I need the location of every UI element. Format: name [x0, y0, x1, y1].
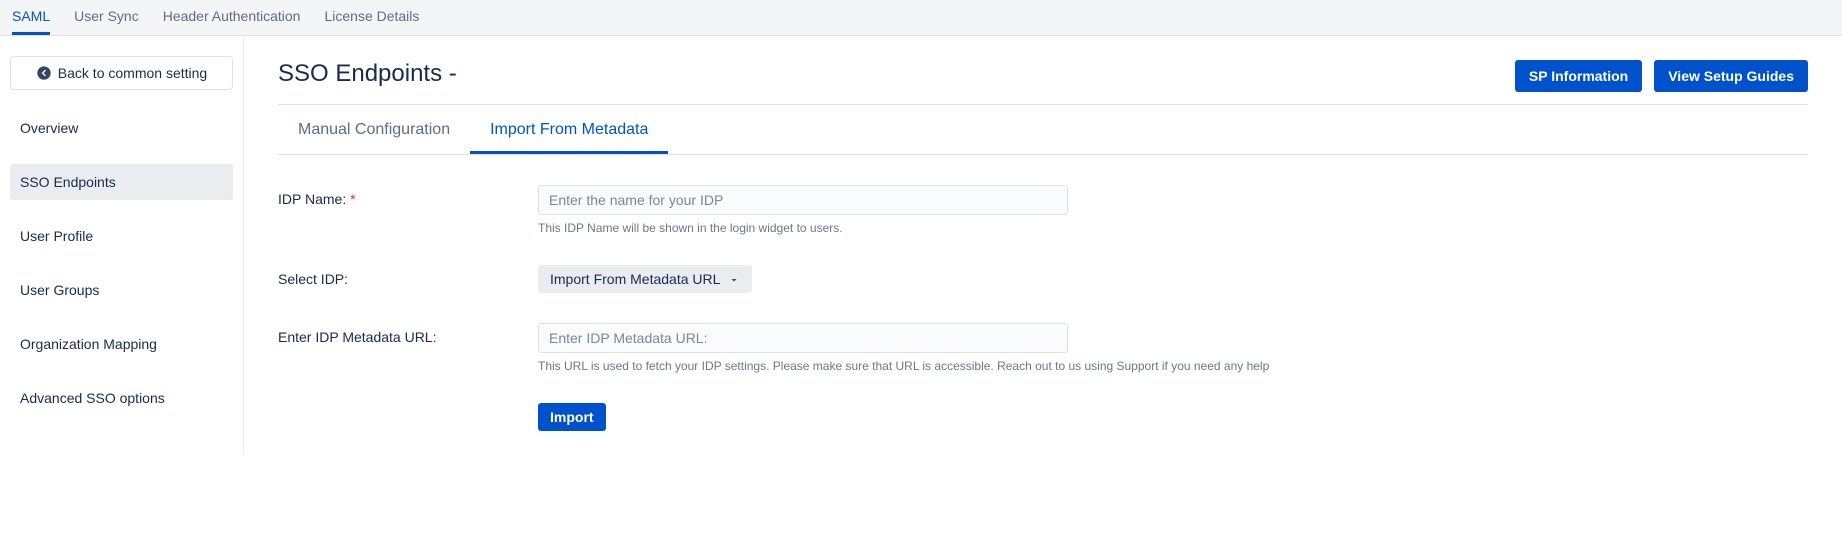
select-idp-dropdown[interactable]: Import From Metadata URL — [538, 265, 752, 293]
page-title: SSO Endpoints - — [278, 60, 457, 88]
topnav-label: Header Authentication — [163, 8, 301, 24]
required-asterisk: * — [350, 191, 355, 207]
idp-name-field: This IDP Name will be shown in the login… — [538, 185, 1808, 235]
form-row-idp-name: IDP Name: * This IDP Name will be shown … — [278, 185, 1808, 235]
form-row-metadata-url: Enter IDP Metadata URL: This URL is used… — [278, 323, 1808, 373]
sidebar-item-label: Overview — [20, 120, 78, 136]
inner-tab-label: Import From Metadata — [490, 121, 648, 138]
topnav-item-user-sync[interactable]: User Sync — [74, 0, 139, 35]
topnav-label: User Sync — [74, 8, 139, 24]
select-idp-selected-value: Import From Metadata URL — [550, 271, 720, 287]
select-idp-field: Import From Metadata URL — [538, 265, 1808, 293]
select-idp-label: Select IDP: — [278, 265, 538, 287]
sidebar-item-user-groups[interactable]: User Groups — [10, 272, 233, 308]
idp-name-label: IDP Name: * — [278, 185, 538, 207]
idp-name-input[interactable] — [538, 185, 1068, 215]
label-text: IDP Name: — [278, 191, 346, 207]
view-setup-guides-button[interactable]: View Setup Guides — [1654, 60, 1808, 92]
chevron-down-icon — [728, 273, 740, 285]
topnav-item-header-auth[interactable]: Header Authentication — [163, 0, 301, 35]
top-nav: SAML User Sync Header Authentication Lic… — [0, 0, 1842, 36]
sidebar-item-label: User Profile — [20, 228, 93, 244]
import-button[interactable]: Import — [538, 403, 606, 431]
sidebar-item-overview[interactable]: Overview — [10, 110, 233, 146]
sidebar-item-advanced-sso-options[interactable]: Advanced SSO options — [10, 380, 233, 416]
sidebar-item-sso-endpoints[interactable]: SSO Endpoints — [10, 164, 233, 200]
form-row-select-idp: Select IDP: Import From Metadata URL — [278, 265, 1808, 293]
sidebar-item-user-profile[interactable]: User Profile — [10, 218, 233, 254]
metadata-url-input[interactable] — [538, 323, 1068, 353]
sidebar: Back to common setting Overview SSO Endp… — [0, 36, 244, 455]
sidebar-item-organization-mapping[interactable]: Organization Mapping — [10, 326, 233, 362]
sidebar-item-label: Advanced SSO options — [20, 390, 165, 406]
back-button-label: Back to common setting — [58, 65, 207, 81]
arrow-left-circle-icon — [36, 65, 52, 81]
main-content: SSO Endpoints - SP Information View Setu… — [244, 36, 1842, 455]
tab-manual-configuration[interactable]: Manual Configuration — [278, 109, 470, 154]
topnav-label: License Details — [324, 8, 419, 24]
metadata-url-field: This URL is used to fetch your IDP setti… — [538, 323, 1808, 373]
metadata-url-help: This URL is used to fetch your IDP setti… — [538, 359, 1808, 373]
submit-row: Import — [538, 403, 1808, 431]
sidebar-item-label: SSO Endpoints — [20, 174, 116, 190]
topnav-item-license-details[interactable]: License Details — [324, 0, 419, 35]
metadata-url-label: Enter IDP Metadata URL: — [278, 323, 538, 345]
header-actions: SP Information View Setup Guides — [1515, 60, 1808, 92]
sp-information-button[interactable]: SP Information — [1515, 60, 1642, 92]
idp-name-help: This IDP Name will be shown in the login… — [538, 221, 1808, 235]
sidebar-item-label: User Groups — [20, 282, 99, 298]
inner-tab-label: Manual Configuration — [298, 121, 450, 138]
import-metadata-form: IDP Name: * This IDP Name will be shown … — [278, 185, 1808, 431]
topnav-label: SAML — [12, 8, 50, 24]
tab-import-from-metadata[interactable]: Import From Metadata — [470, 109, 668, 154]
back-to-common-setting-button[interactable]: Back to common setting — [10, 56, 233, 90]
inner-tabs: Manual Configuration Import From Metadat… — [278, 109, 1808, 155]
page-header: SSO Endpoints - SP Information View Setu… — [278, 60, 1808, 105]
sidebar-item-label: Organization Mapping — [20, 336, 157, 352]
topnav-item-saml[interactable]: SAML — [12, 0, 50, 35]
